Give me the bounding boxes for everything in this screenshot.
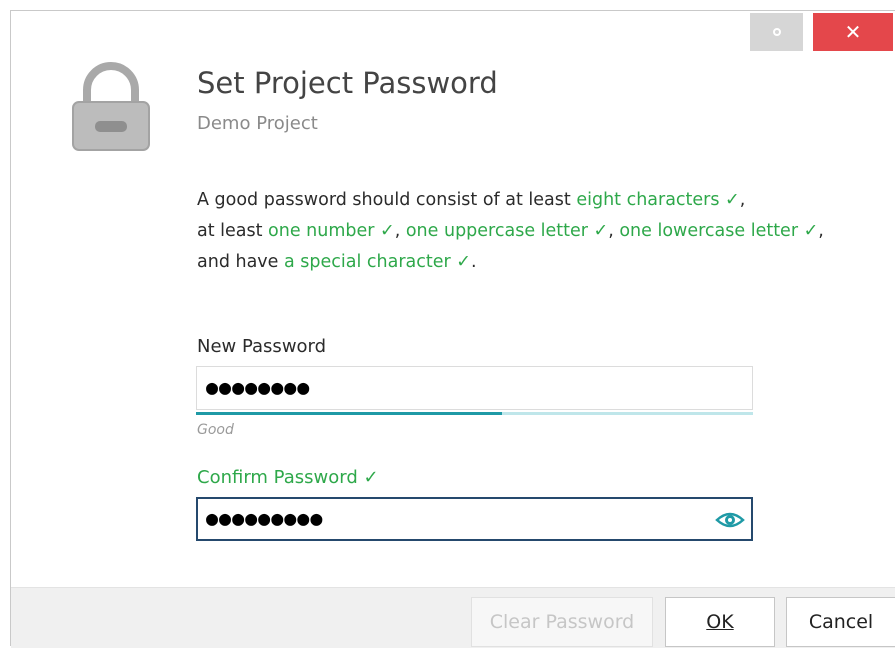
req-text: , bbox=[394, 221, 406, 241]
confirm-password-value: ●●●●●●●●● bbox=[206, 506, 324, 530]
password-requirements: A good password should consist of at lea… bbox=[197, 185, 837, 278]
close-button[interactable]: ✕ bbox=[813, 13, 893, 51]
new-password-value: ●●●●●●●● bbox=[206, 375, 311, 399]
clear-password-button[interactable]: Clear Password bbox=[471, 597, 653, 647]
project-name: Demo Project bbox=[197, 113, 318, 134]
req-text: . bbox=[470, 252, 477, 272]
req-text: , bbox=[739, 190, 746, 210]
set-password-dialog: ✕ Set Project Password Demo Project A go… bbox=[10, 10, 895, 648]
circle-icon bbox=[772, 28, 781, 36]
cancel-label: Cancel bbox=[808, 611, 874, 633]
dialog-title: Set Project Password bbox=[197, 66, 498, 100]
req-text: , bbox=[608, 221, 620, 241]
req-uppercase: one uppercase letter ✓ bbox=[405, 221, 609, 241]
req-eight-chars: eight characters ✓ bbox=[576, 190, 740, 210]
lock-icon bbox=[72, 62, 150, 151]
new-password-field[interactable]: ●●●●●●●● bbox=[196, 366, 753, 410]
ok-label: OK bbox=[706, 611, 734, 633]
settings-button[interactable] bbox=[750, 13, 803, 51]
close-icon: ✕ bbox=[844, 20, 862, 44]
req-one-number: one number ✓ bbox=[268, 221, 395, 241]
confirm-password-label: Confirm Password ✓ bbox=[197, 467, 379, 488]
eye-icon[interactable] bbox=[715, 510, 745, 530]
confirm-password-field[interactable]: ●●●●●●●●● bbox=[196, 497, 753, 541]
ok-button[interactable]: OK bbox=[665, 597, 775, 647]
req-text: at least bbox=[197, 221, 269, 241]
password-strength-label: Good bbox=[197, 422, 234, 438]
req-text: A good password should consist of at lea… bbox=[197, 190, 577, 210]
req-special-char: a special character ✓ bbox=[284, 252, 471, 272]
cancel-button[interactable]: Cancel bbox=[786, 597, 895, 647]
req-lowercase: one lowercase letter ✓ bbox=[619, 221, 819, 241]
new-password-label: New Password bbox=[197, 336, 327, 357]
password-strength-bar bbox=[196, 412, 753, 415]
password-strength-fill bbox=[196, 412, 503, 415]
